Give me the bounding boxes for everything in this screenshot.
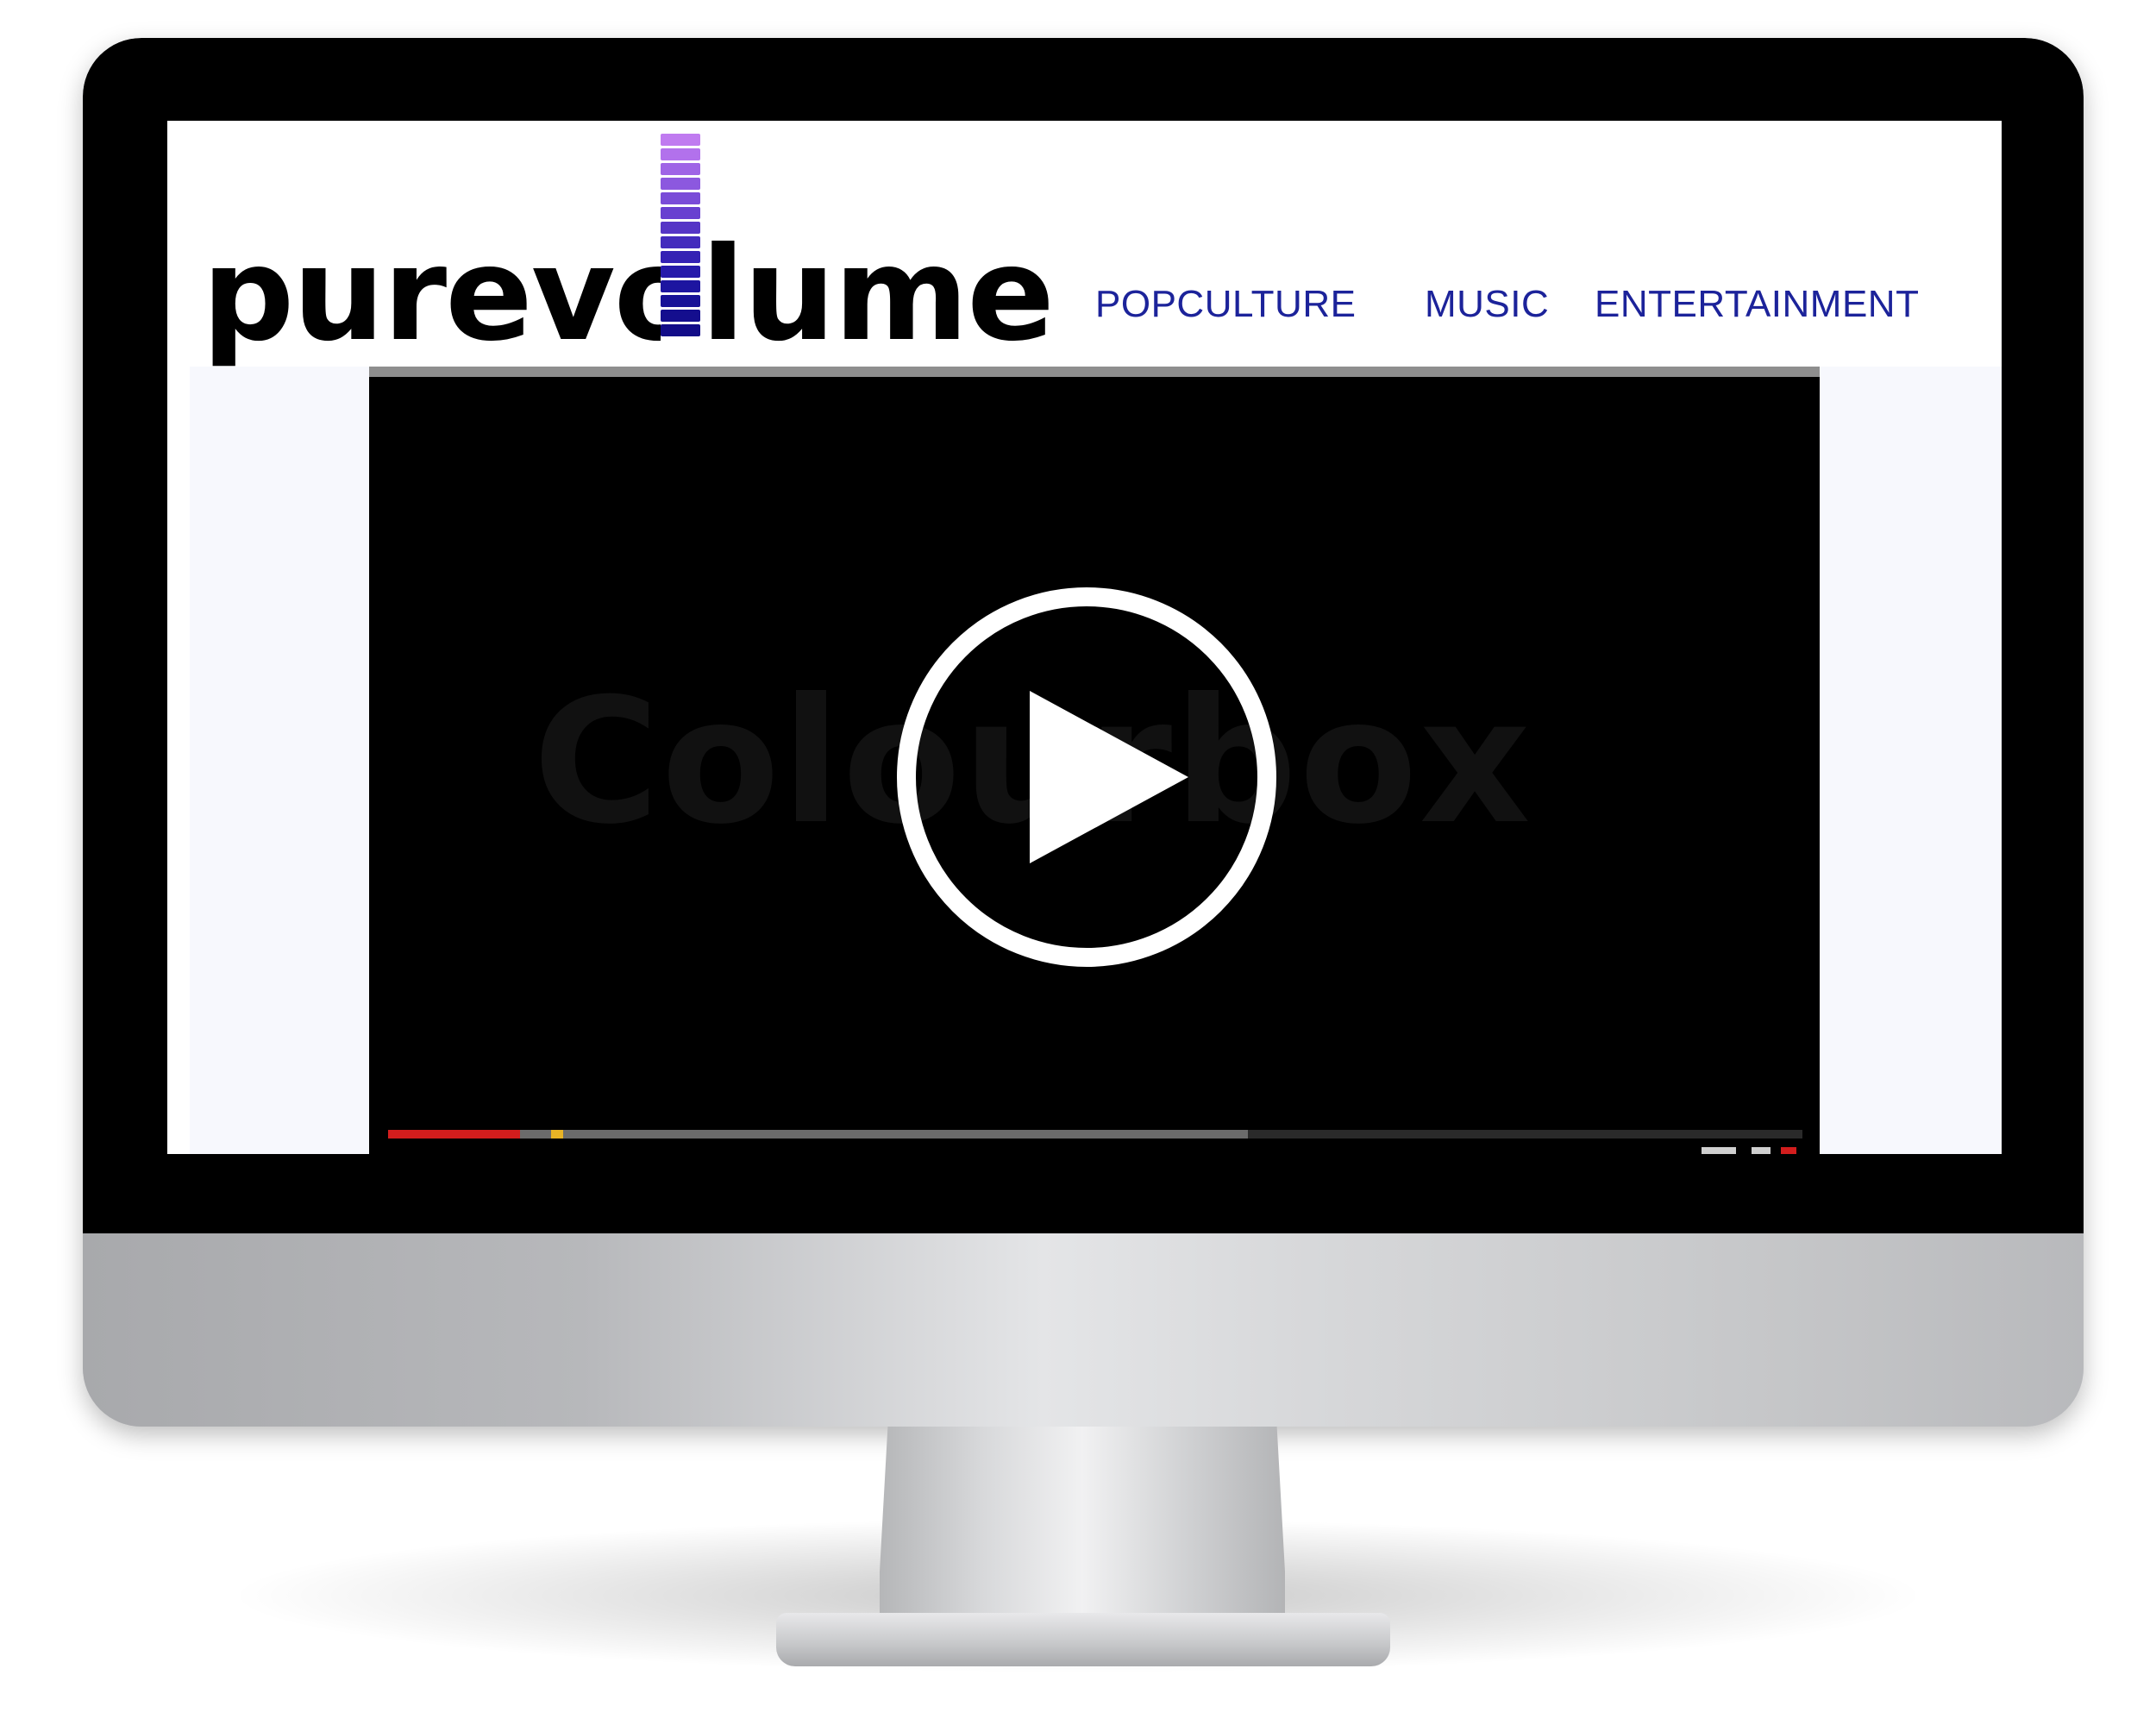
logo-text: purevolume xyxy=(202,220,1055,370)
meter-segment xyxy=(661,251,700,263)
meter-segment xyxy=(661,207,700,219)
control-glyph xyxy=(1752,1147,1771,1154)
nav-popculture[interactable]: POPCULTURE xyxy=(1095,283,1356,326)
meter-segment xyxy=(661,266,700,278)
meter-segment xyxy=(661,324,700,336)
meter-segment xyxy=(661,163,700,175)
logo-volume-meter xyxy=(661,134,704,348)
meter-segment xyxy=(661,148,700,160)
monitor-stand-neck xyxy=(880,1427,1285,1634)
monitor-stand-base xyxy=(776,1613,1390,1666)
progress-bar[interactable] xyxy=(388,1130,1802,1138)
meter-segment xyxy=(661,192,700,204)
play-icon xyxy=(897,587,1276,967)
nav-music[interactable]: MUSIC xyxy=(1425,283,1549,326)
left-margin xyxy=(167,367,190,1154)
screen: purevolume POPCULTURE MUSIC ENTERTAINMEN… xyxy=(167,121,2002,1154)
meter-segment xyxy=(661,236,700,248)
control-glyph xyxy=(1702,1147,1736,1154)
video-player[interactable]: Colourbox xyxy=(369,367,1820,1154)
meter-segment xyxy=(661,280,700,292)
meter-segment xyxy=(661,178,700,190)
progress-played xyxy=(388,1130,520,1138)
meter-segment xyxy=(661,222,700,234)
player-controls[interactable] xyxy=(1702,1147,1796,1154)
control-glyph xyxy=(1781,1147,1796,1154)
meter-segment xyxy=(661,134,700,146)
play-button[interactable] xyxy=(890,580,1283,974)
stage: purevolume POPCULTURE MUSIC ENTERTAINMEN… xyxy=(0,0,2156,1725)
meter-segment xyxy=(661,310,700,322)
progress-marker xyxy=(550,1130,563,1138)
monitor-chin xyxy=(83,1233,2084,1427)
meter-segment xyxy=(661,295,700,307)
nav-entertainment[interactable]: ENTERTAINMENT xyxy=(1595,283,1919,326)
site-logo[interactable]: purevolume xyxy=(202,134,1055,375)
